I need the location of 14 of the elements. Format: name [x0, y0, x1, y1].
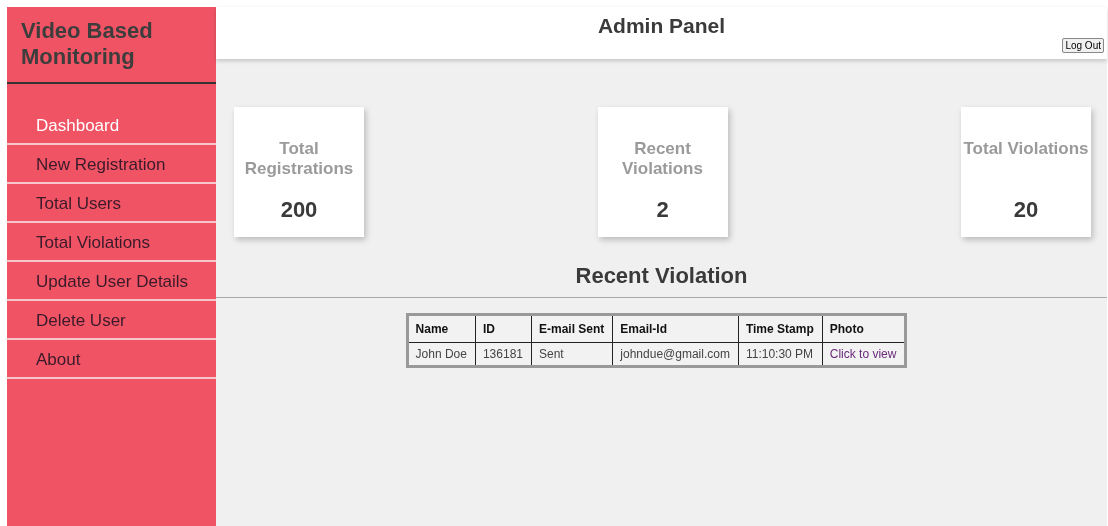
column-header: Name [407, 314, 476, 343]
stat-label: Total Violations [963, 139, 1089, 160]
stat-label: Recent Violations [621, 139, 704, 179]
column-header: Time Stamp [738, 314, 823, 343]
logout-button[interactable]: Log Out [1062, 38, 1104, 53]
column-header: Email-Id [612, 314, 739, 343]
stat-value: 200 [280, 197, 318, 223]
stat-value: 20 [1013, 197, 1039, 223]
column-header: ID [475, 314, 532, 343]
section-title: Recent Violation [216, 263, 1107, 298]
stat-label: Total Registrations [243, 139, 355, 179]
stat-value: 2 [656, 197, 669, 223]
column-header: E-mail Sent [531, 314, 613, 343]
page-title: Admin Panel [597, 14, 726, 39]
